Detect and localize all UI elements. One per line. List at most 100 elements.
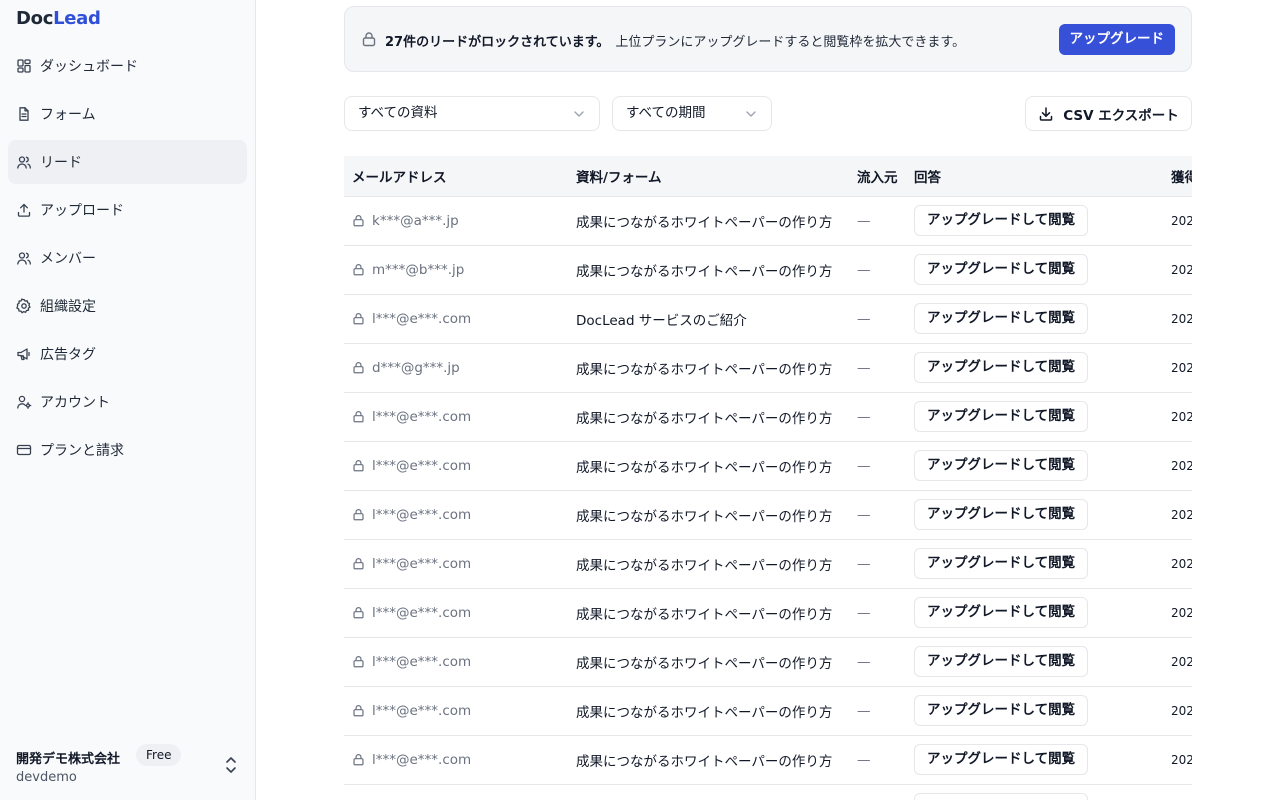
cell-email: l***@e***.com [344,294,568,344]
sidebar-item-4[interactable]: メンバー [8,236,247,280]
table-row[interactable]: d***@g***.jp 成果につながるホワイトペーパーの作り方 — アップグレードし… [344,343,1192,393]
locked-leads-banner: 27件のリードがロックされています。 上位プランにアップグレードすると閲覧枠を拡大… [344,6,1192,72]
cell-acquired-date [1163,784,1192,800]
period-filter-select[interactable]: すべての期間 [612,96,772,131]
cell-answer: アップグレードして閲覧 [906,343,1163,393]
cell-email [344,784,568,800]
sidebar-item-6[interactable]: 広告タグ [8,332,247,376]
cell-answer: アップグレードして閲覧 [906,588,1163,638]
upgrade-to-view-button[interactable]: アップグレードして閲覧 [914,597,1089,628]
masked-email: l***@e***.com [372,310,472,327]
table-row[interactable]: l***@e***.com 成果につながるホワイトペーパーの作り方 — アップグレード… [344,539,1192,589]
masked-email: l***@e***.com [372,408,472,425]
material-filter-select[interactable]: すべての資料 [344,96,600,131]
table-row[interactable]: l***@e***.com 成果につながるホワイトペーパーの作り方 — アップグレード… [344,441,1192,491]
cell-acquired-date: 2025 [1163,245,1192,295]
sidebar-item-label: フォーム [40,107,96,123]
lock-icon [353,313,364,325]
cell-material: 成果につながるホワイトペーパーの作り方 [568,735,849,785]
cell-source: — [849,392,906,442]
upgrade-to-view-button[interactable]: アップグレードして閲覧 [914,695,1089,726]
banner-text: 上位プランにアップグレードすると閲覧枠を拡大できます。 [615,35,966,50]
masked-email: l***@e***.com [372,457,472,474]
table-row[interactable]: m***@b***.jp 成果につながるホワイトペーパーの作り方 — アップグレードし… [344,245,1192,295]
download-icon [1039,106,1053,121]
cell-source: — [849,686,906,736]
cell-acquired-date: 2025 [1163,490,1192,540]
cell-source: — [849,441,906,491]
sidebar-item-8[interactable]: プランと請求 [8,428,247,472]
cell-email: m***@b***.jp [344,245,568,295]
sidebar-item-7[interactable]: アカウント [8,380,247,424]
org-slug: devdemo [16,770,77,785]
table-row[interactable]: l***@e***.com 成果につながるホワイトペーパーの作り方 — アップグレード… [344,686,1192,736]
chevron-down-icon [746,111,756,117]
table-row[interactable]: l***@e***.com 成果につながるホワイトペーパーの作り方 — アップグレード… [344,588,1192,638]
cell-material: 成果につながるホワイトペーパーの作り方 [568,245,849,295]
upgrade-to-view-button[interactable]: アップグレードして閲覧 [914,499,1089,530]
upgrade-to-view-button[interactable]: アップグレードして閲覧 [914,401,1089,432]
sidebar-item-5[interactable]: 組織設定 [8,284,247,328]
cell-email: l***@e***.com [344,441,568,491]
app-logo[interactable]: DocLead [16,8,101,29]
cell-acquired-date: 2025 [1163,539,1192,589]
lock-icon [353,656,364,668]
users-icon [16,154,32,170]
col-header-source[interactable]: 流入元 [849,156,906,197]
col-header-email[interactable]: メールアドレス [344,156,568,197]
chevron-up-down-icon[interactable] [223,756,239,774]
table-row[interactable]: l***@e***.com 成果につながるホワイトペーパーの作り方 — アップグレード… [344,392,1192,442]
cell-source: — [849,539,906,589]
sidebar-item-label: リード [40,155,82,171]
upgrade-to-view-button[interactable]: アップグレードして閲覧 [914,352,1089,383]
cell-material: 成果につながるホワイトペーパーの作り方 [568,490,849,540]
banner-message: 27件のリードがロックされています。 上位プランにアップグレードすると閲覧枠を拡大… [385,31,965,50]
upgrade-to-view-button[interactable]: アップグレードして閲覧 [914,548,1089,579]
upgrade-to-view-button[interactable]: アップグレードして閲覧 [914,303,1089,334]
cell-answer: アップグレードして閲覧 [906,784,1163,800]
leads-table: メールアドレス 資料/フォーム 流入元 回答 獲得日時 k***@a***.jp… [344,156,1192,800]
table-row[interactable]: l***@e***.com 成果につながるホワイトペーパーの作り方 — アップグレード… [344,735,1192,785]
chevron-down-icon [574,111,584,117]
upgrade-to-view-button[interactable]: アップグレードして閲覧 [914,793,1089,800]
masked-email: l***@e***.com [372,653,472,670]
logo-part-lead: Lead [53,8,101,29]
masked-email: l***@e***.com [372,604,472,621]
upgrade-to-view-button[interactable]: アップグレードして閲覧 [914,254,1089,285]
cell-answer: アップグレードして閲覧 [906,490,1163,540]
cell-acquired-date: 2025 [1163,343,1192,393]
table-row[interactable]: l***@e***.com 成果につながるホワイトペーパーの作り方 — アップグレード… [344,490,1192,540]
lock-icon [353,754,364,766]
col-header-answer[interactable]: 回答 [906,156,1163,197]
sidebar-item-0[interactable]: ダッシュボード [8,44,247,88]
cell-answer: アップグレードして閲覧 [906,245,1163,295]
document-icon [16,106,32,122]
cell-source: — [849,490,906,540]
material-filter-value: すべての資料 [358,105,438,121]
cell-source: — [849,245,906,295]
col-header-material[interactable]: 資料/フォーム [568,156,849,197]
cell-acquired-date: 2025 [1163,441,1192,491]
table-row[interactable]: k***@a***.jp 成果につながるホワイトペーパーの作り方 — アップグレードし… [344,196,1192,246]
sidebar-item-1[interactable]: フォーム [8,92,247,136]
table-row[interactable]: l***@e***.com 成果につながるホワイトペーパーの作り方 — アップグレード… [344,637,1192,687]
col-header-acquired[interactable]: 獲得日時 [1163,156,1192,197]
masked-email: l***@e***.com [372,555,472,572]
upgrade-button[interactable]: アップグレード [1058,24,1175,55]
csv-export-button[interactable]: CSV エクスポート [1025,96,1192,131]
upgrade-to-view-button[interactable]: アップグレードして閲覧 [914,646,1089,677]
sidebar-item-3[interactable]: アップロード [8,188,247,232]
cell-material: 成果につながるホワイトペーパーの作り方 [568,441,849,491]
table-row[interactable]: アップグレードして閲覧 [344,784,1192,800]
upgrade-to-view-button[interactable]: アップグレードして閲覧 [914,744,1089,775]
period-filter-value: すべての期間 [626,105,706,121]
org-switcher[interactable]: 開発デモ株式会社 Free devdemo [16,744,239,788]
upgrade-to-view-button[interactable]: アップグレードして閲覧 [914,450,1089,481]
cell-material [568,784,849,800]
members-icon [16,250,32,266]
masked-email: m***@b***.jp [372,261,465,278]
upgrade-to-view-button[interactable]: アップグレードして閲覧 [914,205,1089,236]
table-row[interactable]: l***@e***.com DocLead サービスのご紹介 — アップグレードして閲… [344,294,1192,344]
cell-email: l***@e***.com [344,686,568,736]
sidebar-item-2[interactable]: リード [8,140,247,184]
